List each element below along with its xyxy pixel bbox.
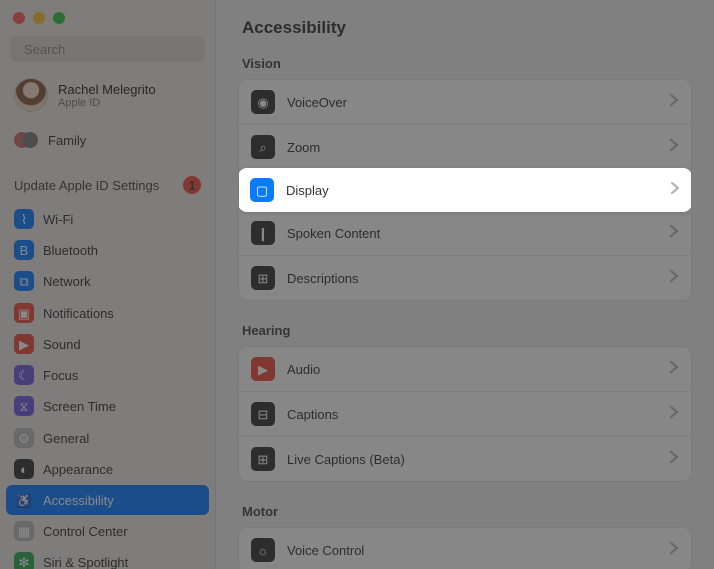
account-sub: Apple ID [58,97,156,109]
sidebar-item-accessibility[interactable]: ♿ Accessibility [6,485,209,515]
sidebar-item-label: Focus [43,368,78,383]
sidebar-item-wi-fi[interactable]: ⌇ Wi-Fi [6,204,209,234]
chevron-right-icon [669,224,679,243]
sidebar-item-focus[interactable]: ☾ Focus [6,360,209,390]
update-apple-id[interactable]: Update Apple ID Settings 1 [0,162,215,204]
chevron-right-icon [669,93,679,112]
spoken-content-icon: ❙ [251,221,275,245]
sidebar-item-label: Network [43,274,91,289]
row-label: Audio [287,362,320,377]
row-label: VoiceOver [287,95,347,110]
row-label: Captions [287,407,338,422]
avatar [14,78,48,112]
sidebar-item-label: Screen Time [43,399,116,414]
section-title-hearing: Hearing [242,323,692,338]
row-live-captions-beta-[interactable]: ⊞ Live Captions (Beta) [239,436,691,481]
sidebar-item-bluetooth[interactable]: B Bluetooth [6,235,209,265]
descriptions-icon: ⊞ [251,266,275,290]
sidebar-item-label: Notifications [43,306,114,321]
window-controls [0,0,215,32]
section-title-vision: Vision [242,56,692,71]
live-captions-beta--icon: ⊞ [251,447,275,471]
content-pane: Accessibility Vision ◉ VoiceOver ⌕ Zoom ▢ Disp… [216,0,714,569]
chevron-right-icon [669,541,679,560]
row-voice-control[interactable]: ☼ Voice Control [239,528,691,569]
zoom-icon: ⌕ [251,135,275,159]
sidebar-nav: ⌇ Wi-Fi B Bluetooth ⧉ Network ▣ Notifications ▶ S… [0,204,215,569]
row-voiceover[interactable]: ◉ VoiceOver [239,80,691,124]
chevron-right-icon [669,360,679,379]
sidebar-item-sound[interactable]: ▶ Sound [6,329,209,359]
minimize-icon[interactable] [33,12,45,24]
section-group-vision: ◉ VoiceOver ⌕ Zoom ▢ Display ❙ Spoken Content ⊞ D… [238,79,692,301]
search-input[interactable] [24,42,200,57]
wi-fi-icon: ⌇ [14,209,34,229]
sidebar-item-general[interactable]: ⚙ General [6,423,209,453]
voice-control-icon: ☼ [251,538,275,562]
sidebar-item-family[interactable]: Family [0,122,215,162]
sidebar-item-control-center[interactable]: ▦ Control Center [6,516,209,546]
update-apple-id-label: Update Apple ID Settings [14,178,159,193]
section-group-motor: ☼ Voice Control [238,527,692,569]
sidebar-item-appearance[interactable]: ◐ Appearance [6,454,209,484]
screen-time-icon: ⧖ [14,396,34,416]
chevron-right-icon [669,405,679,424]
sidebar-item-label: Bluetooth [43,243,98,258]
control-center-icon: ▦ [14,521,34,541]
focus-icon: ☾ [14,365,34,385]
sidebar-item-label: Control Center [43,524,128,539]
row-label: Live Captions (Beta) [287,452,405,467]
row-label: Voice Control [287,543,364,558]
settings-window: Rachel Melegrito Apple ID Family Update … [0,0,714,569]
row-audio[interactable]: ▶ Audio [239,347,691,391]
sidebar-item-label: Appearance [43,462,113,477]
sidebar-item-label: Wi-Fi [43,212,73,227]
appearance-icon: ◐ [14,459,34,479]
chevron-right-icon [669,450,679,469]
row-label: Spoken Content [287,226,380,241]
sidebar-item-label: General [43,431,89,446]
sidebar-item-screen-time[interactable]: ⧖ Screen Time [6,391,209,421]
maximize-icon[interactable] [53,12,65,24]
search-field[interactable] [10,36,205,62]
captions-icon: ⊟ [251,402,275,426]
update-badge: 1 [183,176,201,194]
apple-id-account[interactable]: Rachel Melegrito Apple ID [0,72,215,122]
section-group-hearing: ▶ Audio ⊟ Captions ⊞ Live Captions (Beta) [238,346,692,482]
close-icon[interactable] [13,12,25,24]
account-name: Rachel Melegrito [58,82,156,97]
row-zoom[interactable]: ⌕ Zoom [239,124,691,169]
row-descriptions[interactable]: ⊞ Descriptions [239,255,691,300]
sidebar-item-label: Accessibility [43,493,114,508]
voiceover-icon: ◉ [251,90,275,114]
accessibility-icon: ♿ [14,490,34,510]
sidebar-item-label: Siri & Spotlight [43,555,128,569]
notifications-icon: ▣ [14,303,34,323]
row-display[interactable]: ▢ Display [238,168,692,212]
row-label: Display [286,183,329,198]
audio-icon: ▶ [251,357,275,381]
sidebar: Rachel Melegrito Apple ID Family Update … [0,0,216,569]
row-spoken-content[interactable]: ❙ Spoken Content [239,211,691,255]
row-label: Zoom [287,140,320,155]
siri-spotlight-icon: ✻ [14,552,34,569]
row-label: Descriptions [287,271,359,286]
family-label: Family [48,133,86,148]
sidebar-item-label: Sound [43,337,81,352]
sidebar-item-siri-spotlight[interactable]: ✻ Siri & Spotlight [6,547,209,569]
section-title-motor: Motor [242,504,692,519]
chevron-right-icon [669,269,679,288]
network-icon: ⧉ [14,271,34,291]
sidebar-item-network[interactable]: ⧉ Network [6,266,209,296]
sound-icon: ▶ [14,334,34,354]
general-icon: ⚙ [14,428,34,448]
bluetooth-icon: B [14,240,34,260]
chevron-right-icon [670,181,680,200]
sidebar-item-notifications[interactable]: ▣ Notifications [6,298,209,328]
family-icon [14,128,38,152]
display-icon: ▢ [250,178,274,202]
page-title: Accessibility [242,18,692,38]
row-captions[interactable]: ⊟ Captions [239,391,691,436]
chevron-right-icon [669,138,679,157]
